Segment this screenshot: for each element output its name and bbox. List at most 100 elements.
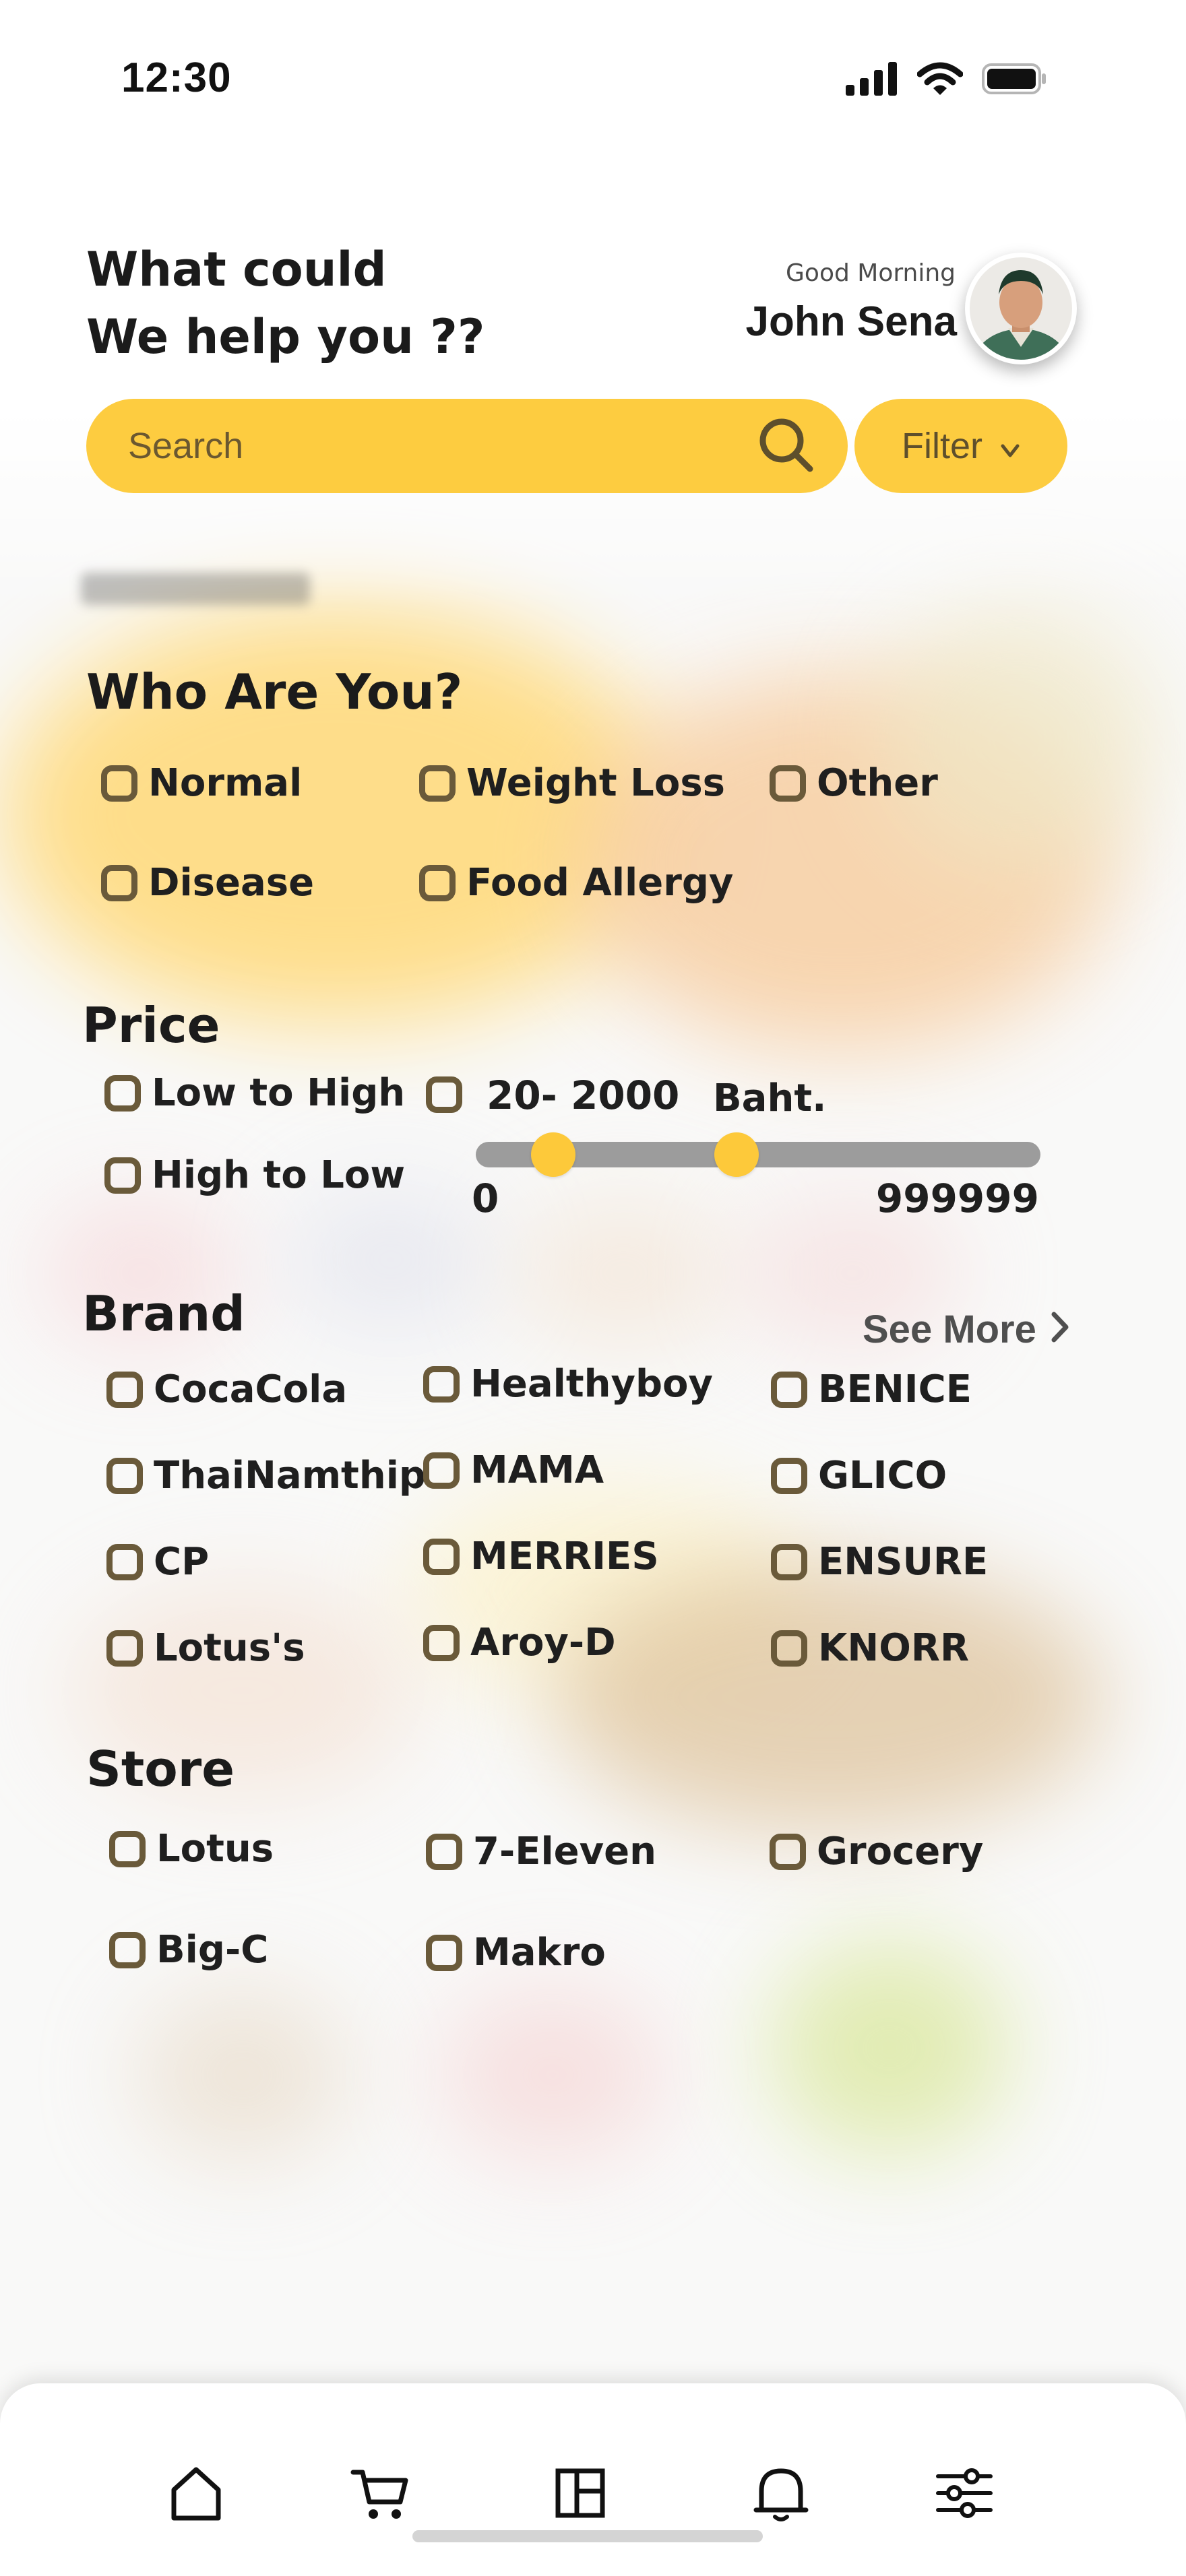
brand-option[interactable]: Aroy-D: [423, 1621, 616, 1665]
checkbox[interactable]: [104, 1074, 141, 1112]
option-weight-loss[interactable]: Weight Loss: [419, 761, 725, 805]
nav-notifications[interactable]: [744, 2457, 818, 2532]
checkbox[interactable]: [106, 1543, 143, 1580]
brand-option[interactable]: MAMA: [423, 1448, 604, 1492]
checkbox[interactable]: [426, 1934, 462, 1971]
checkbox[interactable]: [423, 1452, 460, 1489]
option-label: Big-C: [156, 1928, 269, 1972]
checkbox[interactable]: [104, 1157, 141, 1194]
brand-option[interactable]: BENICE: [771, 1367, 972, 1411]
checkbox[interactable]: [771, 1371, 807, 1408]
search-input[interactable]: [127, 424, 756, 468]
see-more-label: See More: [863, 1308, 1036, 1351]
brand-option[interactable]: ENSURE: [771, 1540, 988, 1584]
option-label: MAMA: [470, 1448, 604, 1492]
nav-layout[interactable]: [543, 2457, 617, 2532]
user-name: John Sena: [745, 298, 957, 345]
checkbox[interactable]: [423, 1538, 460, 1575]
filter-button[interactable]: Filter: [854, 399, 1067, 493]
search-icon[interactable]: [756, 415, 815, 477]
see-more-link[interactable]: See More: [863, 1307, 1070, 1352]
nav-settings[interactable]: [927, 2457, 1001, 2532]
checkbox[interactable]: [426, 1833, 462, 1870]
checkbox[interactable]: [109, 1931, 146, 1968]
brand-option[interactable]: GLICO: [771, 1454, 947, 1498]
option-label: Aroy-D: [470, 1621, 616, 1665]
checkbox[interactable]: [423, 1624, 460, 1661]
price-range-checkbox[interactable]: [426, 1076, 462, 1113]
store-title: Store: [86, 1741, 235, 1797]
checkbox[interactable]: [101, 765, 137, 802]
checkbox[interactable]: [771, 1630, 807, 1667]
layout-icon: [550, 2463, 611, 2526]
option-label: Low to High: [152, 1071, 406, 1115]
option-label: CocaCola: [154, 1367, 348, 1411]
wifi-icon: [916, 62, 964, 98]
greeting-text: Good Morning: [786, 259, 956, 287]
option-label: MERRIES: [470, 1535, 659, 1578]
bell-icon: [751, 2463, 811, 2526]
option-label: BENICE: [818, 1367, 972, 1411]
checkbox[interactable]: [771, 1457, 807, 1494]
search-bar[interactable]: [86, 399, 848, 493]
checkbox[interactable]: [101, 864, 137, 901]
brand-option[interactable]: KNORR: [771, 1626, 969, 1670]
who-are-you-title: Who Are You?: [86, 664, 463, 720]
price-range-value: 20- 2000: [487, 1072, 680, 1118]
checkbox[interactable]: [770, 1833, 806, 1870]
option-high-to-low[interactable]: High to Low: [104, 1153, 405, 1197]
checkbox[interactable]: [423, 1365, 460, 1403]
checkbox[interactable]: [419, 765, 456, 802]
checkbox[interactable]: [109, 1830, 146, 1867]
checkbox[interactable]: [771, 1543, 807, 1580]
slider-max-label: 999999: [875, 1176, 1039, 1221]
price-slider-min-thumb[interactable]: [531, 1132, 575, 1177]
status-time: 12:30: [121, 55, 232, 101]
option-label: Lotus: [156, 1827, 274, 1871]
option-normal[interactable]: Normal: [101, 761, 302, 805]
home-icon: [166, 2463, 226, 2526]
brand-option[interactable]: Lotus's: [106, 1626, 305, 1670]
brand-option[interactable]: MERRIES: [423, 1535, 659, 1578]
checkbox[interactable]: [106, 1457, 143, 1494]
status-icons: [846, 62, 1047, 98]
headline: What could We help you ??: [86, 236, 485, 371]
option-low-to-high[interactable]: Low to High: [104, 1071, 405, 1115]
store-option[interactable]: Makro: [426, 1931, 606, 1974]
avatar[interactable]: [965, 253, 1077, 364]
brand-option[interactable]: CocaCola: [106, 1367, 347, 1411]
checkbox[interactable]: [419, 864, 456, 901]
checkbox[interactable]: [770, 765, 806, 802]
option-food-allergy[interactable]: Food Allergy: [419, 861, 733, 905]
nav-home[interactable]: [159, 2457, 233, 2532]
option-other[interactable]: Other: [770, 761, 938, 805]
option-label: Weight Loss: [466, 761, 725, 805]
sliders-icon: [934, 2463, 995, 2526]
headline-line-2: We help you ??: [86, 309, 485, 364]
filter-button-label: Filter: [902, 426, 982, 466]
checkbox[interactable]: [426, 1076, 462, 1113]
option-label: Lotus's: [154, 1626, 305, 1670]
chevron-down-icon: [1000, 425, 1020, 467]
option-disease[interactable]: Disease: [101, 861, 314, 905]
cart-icon: [349, 2463, 410, 2526]
nav-cart[interactable]: [342, 2457, 416, 2532]
slider-min-label: 0: [472, 1176, 499, 1221]
checkbox[interactable]: [106, 1630, 143, 1667]
option-label: Makro: [473, 1931, 606, 1974]
price-slider-max-thumb[interactable]: [714, 1132, 759, 1177]
brand-option[interactable]: CP: [106, 1540, 209, 1584]
battery-icon: [982, 63, 1047, 97]
blurred-background-label: [81, 573, 310, 605]
checkbox[interactable]: [106, 1371, 143, 1408]
option-label: 7-Eleven: [473, 1830, 656, 1873]
store-option[interactable]: Big-C: [109, 1928, 268, 1972]
store-option[interactable]: Grocery: [770, 1830, 983, 1873]
store-option[interactable]: 7-Eleven: [426, 1830, 656, 1873]
brand-option[interactable]: ThaiNamthip: [106, 1454, 426, 1498]
brand-option[interactable]: Healthyboy: [423, 1362, 713, 1406]
option-label: High to Low: [152, 1153, 406, 1197]
price-unit: Baht.: [713, 1076, 827, 1120]
brand-title: Brand: [82, 1285, 245, 1342]
store-option[interactable]: Lotus: [109, 1827, 274, 1871]
